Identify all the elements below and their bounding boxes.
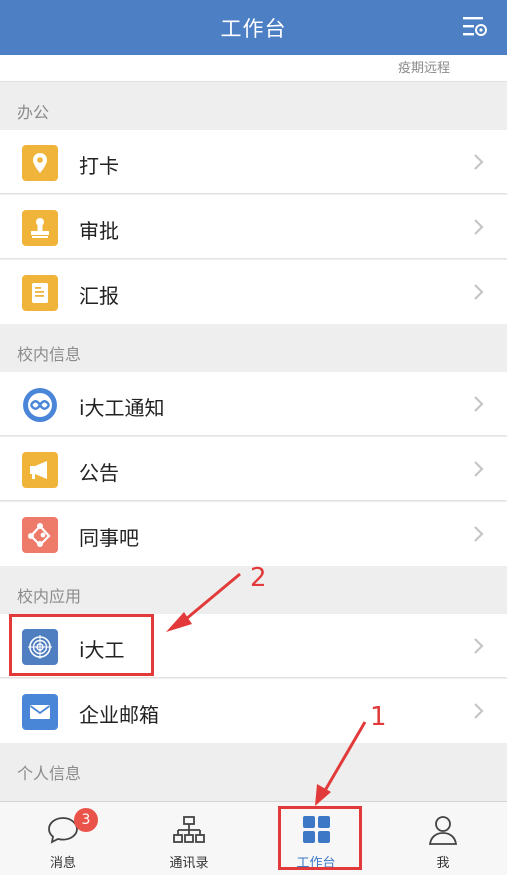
list-item-label: 公告 xyxy=(79,461,119,485)
document-icon xyxy=(22,275,58,311)
notification-logo-icon xyxy=(22,387,58,423)
settings-list-icon[interactable] xyxy=(461,14,489,40)
tab-me[interactable]: 我 xyxy=(380,802,506,875)
annotation-arrow-2 xyxy=(166,572,241,632)
list-item-label: 打卡 xyxy=(79,154,119,178)
remote-label[interactable]: 疫期远程 xyxy=(398,57,450,76)
tab-label: 我 xyxy=(436,856,450,871)
section-header-personal-info: 个人信息 xyxy=(0,743,507,791)
chevron-right-icon xyxy=(474,526,484,542)
list-item-approval[interactable]: 审批 xyxy=(0,195,507,259)
tab-messages[interactable]: 3 消息 xyxy=(0,802,126,875)
list-item-announcement[interactable]: 公告 xyxy=(0,437,507,501)
annotation-marker-1: 1 xyxy=(370,702,387,732)
top-scroll-strip: 疫期远程 xyxy=(0,55,507,82)
section-header-campus-info: 校内信息 xyxy=(0,324,507,372)
chevron-right-icon xyxy=(474,154,484,170)
list-item-punch-in[interactable]: 打卡 xyxy=(0,130,507,194)
tab-label: 消息 xyxy=(49,856,76,871)
section-title: 办公 xyxy=(17,103,50,122)
chevron-right-icon xyxy=(474,284,484,300)
list-item-enterprise-mail[interactable]: 企业邮箱 xyxy=(0,679,507,743)
location-pin-icon xyxy=(22,145,58,181)
list-item-label: 同事吧 xyxy=(79,526,139,550)
highlight-box-workbench xyxy=(278,806,362,870)
list-item-label: 企业邮箱 xyxy=(79,703,159,727)
divider xyxy=(0,193,507,194)
bottom-tab-bar: 3 消息 通讯录 工作台 我 xyxy=(0,801,507,875)
tab-label: 通讯录 xyxy=(169,856,209,871)
list-item-label: 审批 xyxy=(79,219,119,243)
chevron-right-icon xyxy=(474,219,484,235)
network-icon xyxy=(22,517,58,553)
org-chart-icon xyxy=(173,816,205,843)
divider xyxy=(0,435,507,436)
stamp-icon xyxy=(22,210,58,246)
list-item-idagong-notice[interactable]: i大工通知 xyxy=(0,372,507,436)
list-item-report[interactable]: 汇报 xyxy=(0,260,507,324)
list-item-label: 汇报 xyxy=(79,284,119,308)
app-header: 工作台 xyxy=(0,0,507,55)
tab-contacts[interactable]: 通讯录 xyxy=(126,802,252,875)
divider xyxy=(0,258,507,259)
chevron-right-icon xyxy=(474,703,484,719)
list-item-label: i大工通知 xyxy=(79,396,165,420)
section-header-office: 办公 xyxy=(0,82,507,130)
megaphone-icon xyxy=(22,452,58,488)
chevron-right-icon xyxy=(474,396,484,412)
section-title: 校内信息 xyxy=(17,345,82,364)
divider xyxy=(0,500,507,501)
divider xyxy=(0,677,507,678)
highlight-box-idagong xyxy=(9,614,154,676)
section-title: 个人信息 xyxy=(17,764,82,783)
chevron-right-icon xyxy=(474,638,484,654)
mail-icon xyxy=(22,694,58,730)
list-item-colleague-bar[interactable]: 同事吧 xyxy=(0,502,507,566)
annotation-marker-2: 2 xyxy=(250,563,267,593)
chevron-right-icon xyxy=(474,461,484,477)
annotation-arrow-1 xyxy=(315,721,367,806)
section-title: 校内应用 xyxy=(17,587,82,606)
unread-badge: 3 xyxy=(74,808,98,832)
page-title: 工作台 xyxy=(220,16,287,41)
person-icon xyxy=(428,816,458,845)
